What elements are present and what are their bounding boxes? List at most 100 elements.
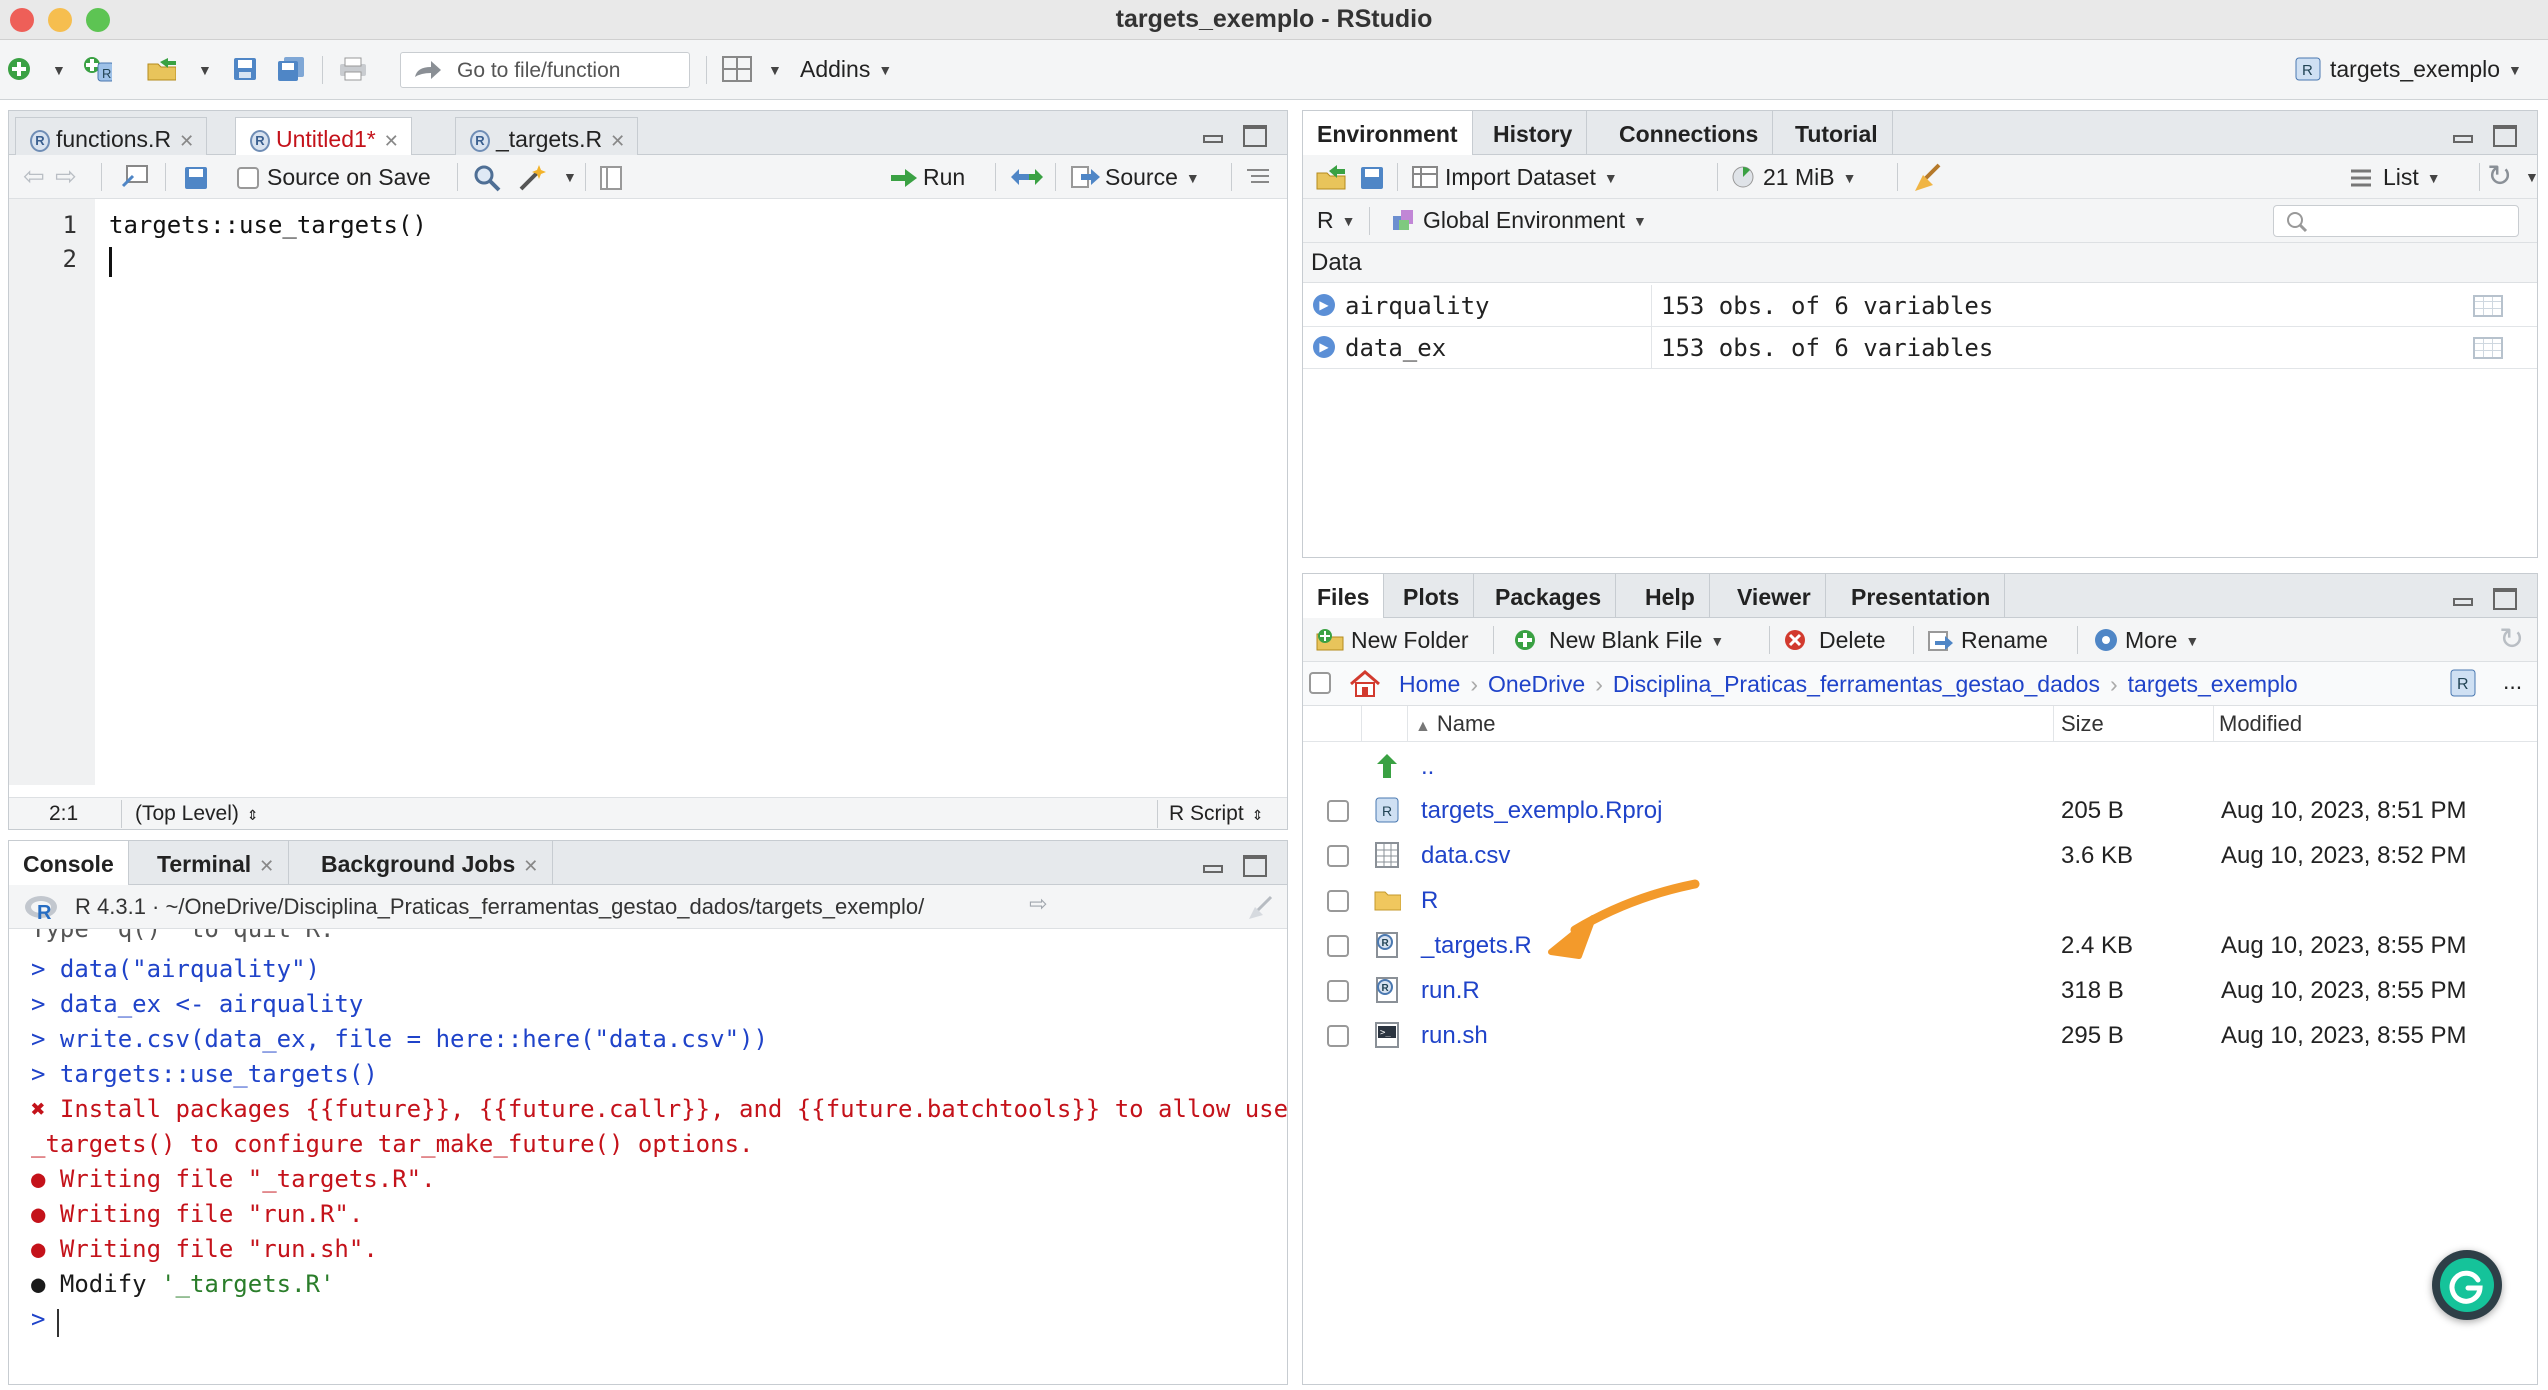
row-checkbox[interactable] bbox=[1327, 890, 1349, 912]
tab-connections[interactable]: Connections bbox=[1605, 111, 1774, 155]
environment-search-input[interactable] bbox=[2273, 205, 2519, 237]
save-icon[interactable] bbox=[230, 54, 260, 84]
load-workspace-icon[interactable] bbox=[1315, 163, 1349, 191]
more-path-button[interactable]: ... bbox=[2503, 668, 2522, 695]
source-on-save-toggle[interactable]: Source on Save bbox=[237, 164, 431, 191]
modified-column-header[interactable]: Modified bbox=[2219, 706, 2302, 742]
search-icon[interactable] bbox=[473, 164, 501, 192]
size-column-header[interactable]: Size bbox=[2061, 706, 2104, 742]
open-recent-dropdown-icon[interactable]: ▼ bbox=[198, 62, 212, 78]
row-checkbox[interactable] bbox=[1327, 845, 1349, 867]
close-tab-icon[interactable]: ✕ bbox=[610, 131, 625, 151]
breadcrumb-disciplina[interactable]: Disciplina_Praticas_ferramentas_gestao_d… bbox=[1613, 671, 2100, 697]
project-directory-icon[interactable]: R bbox=[2449, 668, 2477, 698]
rename-button[interactable]: Rename bbox=[1927, 627, 2048, 654]
show-in-window-icon[interactable] bbox=[121, 164, 149, 190]
tab-untitled1[interactable]: R Untitled1* ✕ bbox=[235, 117, 412, 156]
row-checkbox[interactable] bbox=[1327, 935, 1349, 957]
file-name[interactable]: _targets.R bbox=[1421, 932, 1532, 960]
tab-environment[interactable]: Environment bbox=[1303, 111, 1473, 155]
close-tab-icon[interactable]: ✕ bbox=[384, 131, 399, 151]
delete-button[interactable]: Delete bbox=[1783, 627, 1885, 654]
tab-background-jobs[interactable]: Background Jobs ✕ bbox=[307, 841, 554, 885]
view-data-grid-icon[interactable] bbox=[2473, 337, 2503, 359]
pane-layout-icon[interactable] bbox=[722, 54, 752, 84]
save-all-icon[interactable] bbox=[276, 54, 306, 84]
file-row[interactable]: R run.R 318 B Aug 10, 2023, 8:55 PM bbox=[1303, 968, 2537, 1013]
refresh-environment-icon[interactable]: ↻ bbox=[2487, 159, 2512, 194]
clear-console-broom-icon[interactable] bbox=[1245, 895, 1275, 921]
tab-console[interactable]: Console bbox=[9, 841, 129, 885]
tab-targets-r[interactable]: R _targets.R ✕ bbox=[455, 117, 639, 155]
new-file-icon[interactable] bbox=[4, 54, 34, 84]
file-row[interactable]: R _targets.R 2.4 KB Aug 10, 2023, 8:55 P… bbox=[1303, 923, 2537, 968]
tab-viewer[interactable]: Viewer bbox=[1723, 574, 1826, 618]
refresh-dropdown-icon[interactable]: ▼ bbox=[2525, 169, 2539, 185]
home-icon[interactable] bbox=[1349, 670, 1381, 698]
row-checkbox[interactable] bbox=[1327, 980, 1349, 1002]
filetype-selector[interactable]: R Script ⇕ bbox=[1169, 802, 1263, 826]
save-icon[interactable] bbox=[183, 165, 209, 191]
language-selector[interactable]: R ▼ bbox=[1317, 207, 1355, 234]
tab-presentation[interactable]: Presentation bbox=[1837, 574, 2006, 618]
parent-directory-row[interactable]: .. bbox=[1303, 744, 2537, 789]
file-name[interactable]: targets_exemplo.Rproj bbox=[1421, 797, 1662, 825]
breadcrumb-targets-exemplo[interactable]: targets_exemplo bbox=[2128, 671, 2298, 697]
new-blank-file-button[interactable]: New Blank File ▼ bbox=[1513, 627, 1724, 654]
tab-terminal[interactable]: Terminal ✕ bbox=[143, 841, 290, 885]
breadcrumb-onedrive[interactable]: OneDrive bbox=[1488, 671, 1585, 697]
rerun-icon[interactable] bbox=[1009, 165, 1045, 189]
tab-help[interactable]: Help bbox=[1631, 574, 1710, 618]
import-dataset-button[interactable]: Import Dataset ▼ bbox=[1411, 164, 1618, 191]
save-workspace-icon[interactable] bbox=[1359, 165, 1385, 191]
source-button[interactable]: Source ▼ bbox=[1071, 164, 1200, 191]
view-data-grid-icon[interactable] bbox=[2473, 295, 2503, 317]
go-to-directory-icon[interactable]: ⇨ bbox=[1029, 891, 1047, 917]
document-outline-icon[interactable] bbox=[1245, 167, 1271, 187]
goto-file-function-input[interactable]: Go to file/function bbox=[400, 52, 690, 88]
row-checkbox[interactable] bbox=[1327, 800, 1349, 822]
file-name[interactable]: data.csv bbox=[1421, 842, 1510, 870]
project-menu-button[interactable]: Rtargets_exemplo ▼ bbox=[2294, 56, 2522, 83]
tab-tutorial[interactable]: Tutorial bbox=[1781, 111, 1893, 155]
environment-row[interactable]: ▶ airquality 153 obs. of 6 variables bbox=[1303, 285, 2537, 327]
tab-files[interactable]: Files bbox=[1303, 574, 1385, 618]
expand-object-icon[interactable]: ▶ bbox=[1313, 294, 1335, 316]
file-row[interactable]: >_ run.sh 295 B Aug 10, 2023, 8:55 PM bbox=[1303, 1013, 2537, 1058]
tab-plots[interactable]: Plots bbox=[1389, 574, 1475, 618]
environment-row[interactable]: ▶ data_ex 153 obs. of 6 variables bbox=[1303, 327, 2537, 369]
print-icon[interactable] bbox=[338, 54, 368, 84]
file-name[interactable]: run.R bbox=[1421, 977, 1480, 1005]
file-row[interactable]: R targets_exemplo.Rproj 205 B Aug 10, 20… bbox=[1303, 788, 2537, 833]
row-checkbox[interactable] bbox=[1327, 1025, 1349, 1047]
folder-row[interactable]: R bbox=[1303, 878, 2537, 923]
file-name[interactable]: run.sh bbox=[1421, 1022, 1488, 1050]
code-area[interactable]: targets::use_targets() bbox=[95, 199, 1287, 785]
more-button[interactable]: More ▼ bbox=[2093, 627, 2199, 654]
compile-report-icon[interactable] bbox=[599, 165, 623, 191]
memory-usage-button[interactable]: 21 MiB ▼ bbox=[1731, 164, 1856, 191]
tab-functions-r[interactable]: Rfunctions.R ✕ bbox=[15, 117, 208, 155]
scope-selector[interactable]: (Top Level) ⇕ bbox=[135, 802, 259, 826]
pane-layout-dropdown-icon[interactable]: ▼ bbox=[768, 62, 782, 78]
back-icon[interactable]: ⇦ bbox=[23, 161, 45, 192]
new-file-dropdown-icon[interactable]: ▼ bbox=[52, 62, 66, 78]
code-tools-wand-icon[interactable] bbox=[517, 163, 549, 193]
forward-icon[interactable]: ⇨ bbox=[55, 161, 77, 192]
expand-object-icon[interactable]: ▶ bbox=[1313, 336, 1335, 358]
tab-history[interactable]: History bbox=[1479, 111, 1588, 155]
close-tab-icon[interactable]: ✕ bbox=[179, 131, 194, 151]
breadcrumb-home[interactable]: Home bbox=[1399, 671, 1460, 697]
grammarly-button[interactable] bbox=[2432, 1250, 2502, 1320]
refresh-files-icon[interactable]: ↻ bbox=[2499, 622, 2524, 657]
list-view-button[interactable]: List ▼ bbox=[2349, 164, 2441, 191]
tab-packages[interactable]: Packages bbox=[1481, 574, 1617, 618]
name-column-header[interactable]: ▲ Name bbox=[1415, 706, 1496, 742]
parent-directory-link[interactable]: .. bbox=[1421, 753, 1434, 781]
console-output[interactable]: Type 'q()' to quit R. > data("airquality… bbox=[9, 929, 1287, 1384]
run-button[interactable]: Run bbox=[889, 164, 965, 191]
file-row[interactable]: data.csv 3.6 KB Aug 10, 2023, 8:52 PM bbox=[1303, 833, 2537, 878]
environment-scope-selector[interactable]: Global Environment ▼ bbox=[1391, 207, 1647, 234]
open-file-icon[interactable] bbox=[146, 54, 176, 84]
close-tab-icon[interactable]: ✕ bbox=[259, 856, 274, 876]
